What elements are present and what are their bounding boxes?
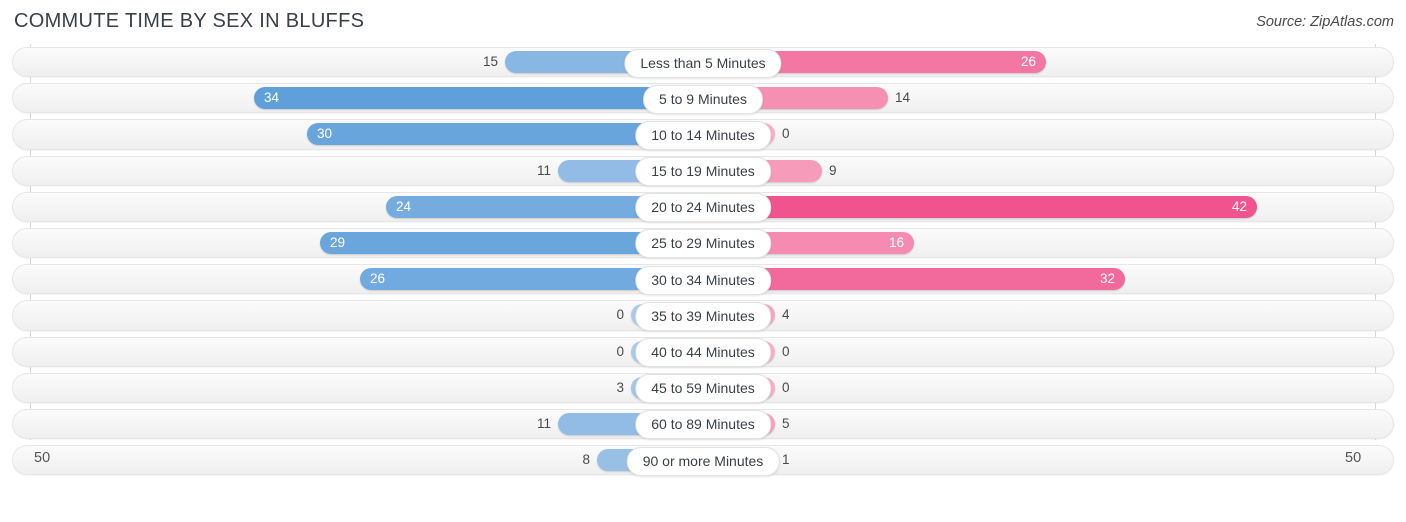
- category-label: 35 to 39 Minutes: [635, 301, 771, 331]
- male-value-label: 11: [536, 415, 551, 431]
- male-value-label: 30: [317, 126, 333, 142]
- chart-row: 26 32 30 to 34 Minutes: [0, 261, 1406, 297]
- male-value-label: 26: [370, 271, 386, 287]
- category-label: 25 to 29 Minutes: [635, 229, 771, 259]
- female-value-label: 42: [1231, 198, 1247, 214]
- category-label: 5 to 9 Minutes: [643, 84, 763, 114]
- chart-row: 11 5 60 to 89 Minutes: [0, 406, 1406, 442]
- chart-header: COMMUTE TIME BY SEX IN BLUFFS Source: Zi…: [0, 0, 1406, 44]
- male-value-label: 34: [264, 90, 280, 106]
- butterfly-chart: 15 26 Less than 5 Minutes 34 14 5 to 9 Minute…: [0, 44, 1406, 484]
- female-value-label: 9: [829, 162, 837, 178]
- chart-row: 11 9 15 to 19 Minutes: [0, 153, 1406, 189]
- source-attribution: Source: ZipAtlas.com: [1256, 14, 1394, 30]
- category-label: 45 to 59 Minutes: [635, 374, 771, 404]
- female-value-label: 0: [782, 379, 790, 395]
- male-value-label: 0: [616, 343, 624, 359]
- female-value-label: 5: [782, 415, 790, 431]
- male-value-label: 0: [616, 307, 624, 323]
- female-bar[interactable]: [703, 195, 1257, 218]
- female-value-label: 0: [782, 126, 790, 142]
- category-label: Less than 5 Minutes: [624, 48, 782, 78]
- chart-row: 0 4 35 to 39 Minutes: [0, 297, 1406, 333]
- female-bar-group: 42: [703, 195, 1257, 218]
- category-label: 40 to 44 Minutes: [635, 338, 771, 367]
- chart-row: 15 26 Less than 5 Minutes: [0, 44, 1406, 80]
- female-value-label: 16: [888, 234, 904, 250]
- female-value-label: 4: [782, 307, 790, 323]
- chart-row: 30 0 10 to 14 Minutes: [0, 116, 1406, 152]
- male-value-label: 24: [396, 198, 412, 214]
- category-label: 90 or more Minutes: [626, 446, 780, 476]
- male-bar[interactable]: [254, 87, 703, 110]
- category-label: 60 to 89 Minutes: [635, 410, 771, 440]
- female-value-label: 26: [1020, 54, 1036, 69]
- female-value-label: 14: [895, 90, 911, 106]
- male-value-label: 29: [330, 234, 346, 250]
- male-value-label: 3: [616, 379, 624, 395]
- chart-row: 24 42 20 to 24 Minutes: [0, 189, 1406, 225]
- male-bar-group: 34: [254, 87, 703, 110]
- chart-rows: 15 26 Less than 5 Minutes 34 14 5 to 9 Minute…: [0, 44, 1406, 478]
- page-title: COMMUTE TIME BY SEX IN BLUFFS: [14, 10, 365, 32]
- chart-row: 29 16 25 to 29 Minutes: [0, 225, 1406, 261]
- male-value-label: 15: [482, 54, 498, 69]
- category-label: 30 to 34 Minutes: [635, 265, 771, 295]
- male-value-label: 11: [536, 162, 551, 178]
- category-label: 10 to 14 Minutes: [635, 120, 771, 150]
- female-value-label: 0: [782, 343, 790, 359]
- category-label: 20 to 24 Minutes: [635, 193, 771, 223]
- chart-row: 3 0 45 to 59 Minutes: [0, 370, 1406, 406]
- chart-row: 0 0 40 to 44 Minutes: [0, 334, 1406, 370]
- chart-row: 34 14 5 to 9 Minutes: [0, 80, 1406, 116]
- female-value-label: 32: [1099, 271, 1115, 287]
- category-label: 15 to 19 Minutes: [635, 157, 771, 187]
